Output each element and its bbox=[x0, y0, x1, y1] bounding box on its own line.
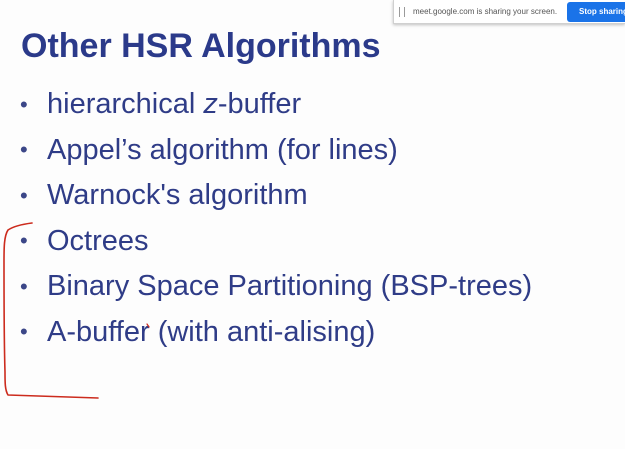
bullet-item: • Binary Space Partitioning (BSP-trees) bbox=[20, 264, 532, 310]
stop-sharing-button[interactable]: Stop sharing bbox=[567, 2, 625, 22]
bullet-dot-icon: • bbox=[20, 273, 28, 299]
italic-segment: z bbox=[203, 88, 218, 121]
bullet-text: Warnock's algorithm bbox=[47, 179, 308, 212]
bullet-text: Appel’s algorithm (for lines) bbox=[47, 134, 398, 167]
slide-title: Other HSR Algorithms bbox=[21, 27, 381, 65]
bullet-dot-icon: • bbox=[20, 182, 28, 208]
text-segment: hierarchical bbox=[47, 88, 204, 121]
bullet-dot-icon: • bbox=[20, 228, 28, 254]
text-segment: Binary Space Partitioning (BSP-trees) bbox=[47, 270, 533, 303]
drag-handle-icon[interactable] bbox=[399, 6, 405, 17]
bullet-text: Binary Space Partitioning (BSP-trees) bbox=[47, 270, 532, 303]
text-segment: Octrees bbox=[47, 224, 149, 257]
screen-share-bar: meet.google.com is sharing your screen. … bbox=[393, 0, 625, 24]
bullet-item: • Octrees bbox=[20, 219, 532, 265]
bullet-text: Octrees bbox=[47, 225, 149, 258]
bullet-item: • Appel’s algorithm (for lines) bbox=[20, 128, 532, 174]
text-segment: A-buffer (with anti-alising) bbox=[47, 315, 376, 348]
bullet-dot-icon: • bbox=[20, 137, 28, 163]
text-segment: Warnock's algorithm bbox=[47, 179, 308, 212]
bullet-dot-icon: • bbox=[20, 91, 28, 117]
presentation-slide: Other HSR Algorithms • hierarchical z-buf… bbox=[0, 0, 625, 449]
text-segment: -buffer bbox=[217, 88, 302, 121]
bullet-item: • Warnock's algorithm bbox=[20, 173, 532, 219]
text-segment: Appel’s algorithm (for lines) bbox=[47, 133, 398, 166]
bullet-list: • hierarchical z-buffer • Appel’s algorithm… bbox=[20, 82, 532, 355]
bullet-item: • A-buffer (with anti-alising) bbox=[20, 310, 532, 356]
bullet-dot-icon: • bbox=[20, 319, 28, 345]
sharing-message: meet.google.com is sharing your screen. bbox=[413, 7, 558, 16]
bullet-item: • hierarchical z-buffer bbox=[20, 82, 532, 128]
bullet-text: A-buffer (with anti-alising) bbox=[47, 316, 375, 349]
bullet-text: hierarchical z-buffer bbox=[47, 88, 301, 121]
